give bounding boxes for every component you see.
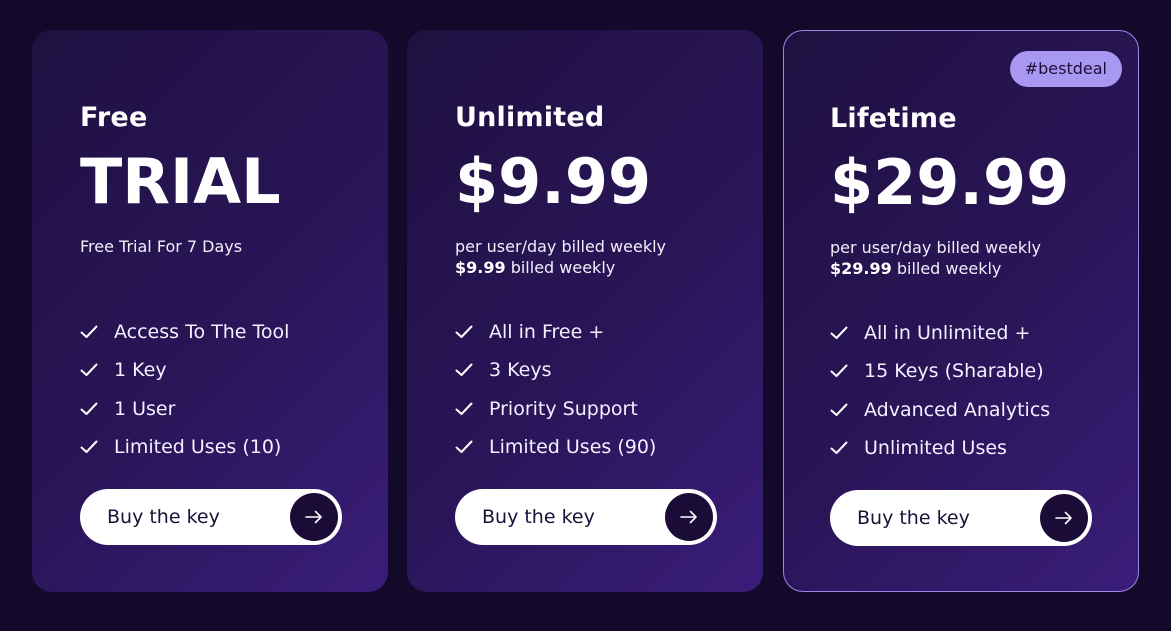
feature-label: 3 Keys — [489, 359, 552, 382]
check-icon — [830, 403, 864, 417]
pricing-section: Free TRIAL Free Trial For 7 Days Access … — [0, 0, 1171, 631]
feature-item: Unlimited Uses — [830, 429, 1050, 467]
check-icon — [455, 402, 489, 416]
feature-label: 15 Keys (Sharable) — [864, 360, 1044, 383]
billed-amount: $29.99 — [830, 259, 892, 278]
plan-subtitle: Free Trial For 7 Days — [80, 236, 242, 257]
feature-item: Limited Uses (10) — [80, 428, 289, 466]
buy-key-button[interactable]: Buy the key — [80, 489, 342, 545]
feature-item: 1 User — [80, 390, 289, 428]
feature-list: All in Free + 3 Keys Priority Support Li… — [455, 313, 656, 466]
feature-item: 1 Key — [80, 351, 289, 389]
feature-list: All in Unlimited + 15 Keys (Sharable) Ad… — [830, 314, 1050, 467]
plan-subtitle-line2: $9.99 billed weekly — [455, 257, 666, 278]
plan-card-free: Free TRIAL Free Trial For 7 Days Access … — [32, 30, 388, 592]
feature-label: Limited Uses (90) — [489, 436, 657, 459]
plan-name: Unlimited — [455, 102, 605, 133]
arrow-right-icon[interactable] — [1040, 494, 1088, 542]
check-icon — [80, 325, 114, 339]
feature-item: 15 Keys (Sharable) — [830, 352, 1050, 390]
check-icon — [80, 363, 114, 377]
feature-item: All in Free + — [455, 313, 656, 351]
plan-name: Lifetime — [830, 103, 957, 134]
feature-label: Unlimited Uses — [864, 437, 1007, 460]
check-icon — [830, 326, 864, 340]
billed-text: billed weekly — [891, 259, 1002, 278]
feature-item: Access To The Tool — [80, 313, 289, 351]
feature-item: Priority Support — [455, 390, 656, 428]
buy-key-button[interactable]: Buy the key — [830, 490, 1092, 546]
plan-subtitle-line2: $29.99 billed weekly — [830, 258, 1041, 279]
buy-key-button[interactable]: Buy the key — [455, 489, 717, 545]
plan-price: $9.99 — [455, 145, 652, 218]
plan-subtitle-line1: per user/day billed weekly — [830, 238, 1041, 257]
feature-list: Access To The Tool 1 Key 1 User Limited … — [80, 313, 289, 466]
billed-amount: $9.99 — [455, 258, 506, 277]
plan-card-unlimited: Unlimited $9.99 per user/day billed week… — [407, 30, 763, 592]
check-icon — [80, 440, 114, 454]
plan-subtitle-line1: per user/day billed weekly — [455, 237, 666, 256]
plan-name: Free — [80, 102, 148, 133]
buy-key-label: Buy the key — [857, 507, 970, 529]
check-icon — [455, 440, 489, 454]
plan-subtitle: per user/day billed weekly $9.99 billed … — [455, 236, 666, 278]
feature-label: Advanced Analytics — [864, 398, 1051, 421]
arrow-right-icon[interactable] — [290, 493, 338, 541]
feature-label: 1 Key — [114, 359, 167, 382]
feature-label: Access To The Tool — [114, 321, 290, 344]
buy-key-label: Buy the key — [482, 506, 595, 528]
plan-subtitle-line1: Free Trial For 7 Days — [80, 237, 243, 256]
feature-item: All in Unlimited + — [830, 314, 1050, 352]
check-icon — [830, 364, 864, 378]
plan-price: $29.99 — [830, 146, 1070, 219]
feature-label: All in Unlimited + — [864, 322, 1031, 345]
feature-label: Limited Uses (10) — [114, 436, 282, 459]
feature-item: Limited Uses (90) — [455, 428, 656, 466]
feature-item: Advanced Analytics — [830, 391, 1050, 429]
arrow-right-icon[interactable] — [665, 493, 713, 541]
plan-card-lifetime: #bestdeal Lifetime $29.99 per user/day b… — [783, 30, 1139, 592]
buy-key-label: Buy the key — [107, 506, 220, 528]
feature-label: Priority Support — [489, 397, 638, 420]
feature-label: 1 User — [114, 397, 176, 420]
best-deal-badge: #bestdeal — [1009, 51, 1122, 87]
feature-item: 3 Keys — [455, 351, 656, 389]
billed-text: billed weekly — [505, 258, 616, 277]
check-icon — [455, 325, 489, 339]
check-icon — [455, 363, 489, 377]
plan-price: TRIAL — [80, 145, 281, 218]
check-icon — [80, 402, 114, 416]
check-icon — [830, 441, 864, 455]
plan-subtitle: per user/day billed weekly $29.99 billed… — [830, 237, 1041, 279]
feature-label: All in Free + — [489, 321, 605, 344]
